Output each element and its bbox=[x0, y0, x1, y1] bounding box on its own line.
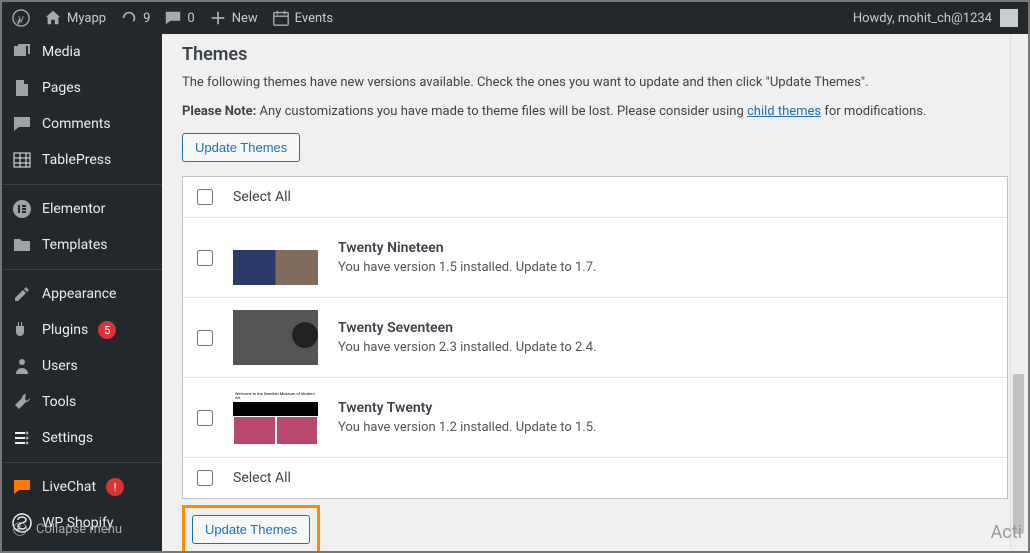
sidebar-item-tablepress[interactable]: TablePress bbox=[2, 142, 162, 178]
pages-icon bbox=[12, 78, 32, 98]
users-icon bbox=[12, 356, 32, 376]
site-name-link[interactable]: Myapp bbox=[44, 9, 106, 27]
main-content: Themes The following themes have new ver… bbox=[162, 34, 1028, 551]
collapse-label: Collapse menu bbox=[36, 522, 122, 537]
livechat-icon bbox=[12, 477, 32, 497]
sidebar-label: Elementor bbox=[42, 201, 105, 217]
theme-thumbnail bbox=[233, 230, 318, 285]
sidebar-label: Tools bbox=[42, 394, 76, 410]
new-link[interactable]: New bbox=[209, 9, 258, 27]
sidebar-label: Templates bbox=[42, 237, 108, 253]
sidebar-label: Settings bbox=[42, 430, 93, 446]
updates-count: 9 bbox=[143, 11, 150, 26]
update-themes-button-bottom[interactable]: Update Themes bbox=[192, 515, 310, 544]
collapse-menu[interactable]: Collapse menu bbox=[2, 511, 132, 547]
events-link[interactable]: Events bbox=[272, 9, 333, 27]
home-icon bbox=[44, 9, 62, 27]
new-label: New bbox=[232, 11, 258, 26]
theme-status: You have version 2.3 installed. Update t… bbox=[338, 340, 596, 355]
theme-name: Twenty Nineteen bbox=[338, 240, 596, 256]
howdy-text: Howdy, mohit_ch@1234 bbox=[853, 11, 992, 26]
sidebar-item-elementor[interactable]: Elementor bbox=[2, 191, 162, 227]
sidebar-item-settings[interactable]: Settings bbox=[2, 420, 162, 456]
tools-icon bbox=[12, 392, 32, 412]
sidebar-label: Pages bbox=[42, 80, 81, 96]
sidebar-label: Appearance bbox=[42, 286, 116, 302]
folder-icon bbox=[12, 235, 32, 255]
theme-checkbox[interactable] bbox=[197, 250, 213, 266]
themes-note: Please Note: Any customizations you have… bbox=[182, 104, 1008, 119]
brush-icon bbox=[12, 284, 32, 304]
select-all-label: Select All bbox=[233, 189, 291, 205]
media-icon bbox=[12, 42, 32, 62]
site-name: Myapp bbox=[67, 11, 106, 26]
plugins-badge: 5 bbox=[98, 321, 116, 339]
sidebar-label: TablePress bbox=[42, 152, 111, 168]
theme-row: Welcome to the Swedish Museum of Modern … bbox=[183, 378, 1007, 458]
events-label: Events bbox=[295, 11, 333, 26]
sidebar-item-media[interactable]: Media bbox=[2, 34, 162, 70]
plus-icon bbox=[209, 9, 227, 27]
select-all-row-bottom: Select All bbox=[183, 458, 1007, 498]
sidebar-item-tools[interactable]: Tools bbox=[2, 384, 162, 420]
theme-name: Twenty Seventeen bbox=[338, 320, 596, 336]
note-text-before: Any customizations you have made to them… bbox=[256, 104, 747, 119]
account-link[interactable]: Howdy, mohit_ch@1234 bbox=[853, 9, 1018, 27]
select-all-checkbox-bottom[interactable] bbox=[197, 470, 213, 486]
watermark: Acti bbox=[991, 522, 1022, 543]
scrollbar-thumb[interactable] bbox=[1013, 374, 1024, 534]
themes-heading: Themes bbox=[182, 44, 1008, 65]
theme-status: You have version 1.2 installed. Update t… bbox=[338, 420, 596, 435]
note-text-after: for modifications. bbox=[821, 104, 926, 119]
comment-icon bbox=[164, 9, 182, 27]
wordpress-icon bbox=[12, 9, 30, 27]
update-themes-button-top[interactable]: Update Themes bbox=[182, 133, 300, 162]
comments-count: 0 bbox=[187, 11, 194, 26]
theme-row: Twenty Seventeen You have version 2.3 in… bbox=[183, 298, 1007, 378]
theme-row: Twenty Nineteen You have version 1.5 ins… bbox=[183, 218, 1007, 298]
sidebar-item-pages[interactable]: Pages bbox=[2, 70, 162, 106]
sidebar-item-templates[interactable]: Templates bbox=[2, 227, 162, 263]
plugin-icon bbox=[12, 320, 32, 340]
avatar bbox=[1000, 9, 1018, 27]
child-themes-link[interactable]: child themes bbox=[747, 104, 821, 119]
calendar-icon bbox=[272, 9, 290, 27]
sidebar-item-comments[interactable]: Comments bbox=[2, 106, 162, 142]
scrollbar[interactable] bbox=[1010, 34, 1026, 549]
sidebar-label: Users bbox=[42, 358, 78, 374]
theme-name: Twenty Twenty bbox=[338, 400, 596, 416]
theme-thumbnail bbox=[233, 310, 318, 365]
livechat-badge: ! bbox=[106, 478, 124, 496]
theme-status: You have version 1.5 installed. Update t… bbox=[338, 260, 596, 275]
update-themes-highlight: Update Themes bbox=[182, 505, 320, 551]
select-all-row-top: Select All bbox=[183, 177, 1007, 218]
sidebar-item-users[interactable]: Users bbox=[2, 348, 162, 384]
admin-sidebar: Media Pages Comments TablePress Elemento… bbox=[2, 34, 162, 551]
sidebar-label: Media bbox=[42, 44, 81, 60]
wp-logo[interactable] bbox=[12, 9, 30, 27]
sidebar-item-plugins[interactable]: Plugins 5 bbox=[2, 312, 162, 348]
settings-icon bbox=[12, 428, 32, 448]
tablepress-icon bbox=[12, 150, 32, 170]
select-all-checkbox-top[interactable] bbox=[197, 189, 213, 205]
sidebar-item-livechat[interactable]: LiveChat ! bbox=[2, 469, 162, 505]
collapse-icon bbox=[12, 521, 28, 537]
refresh-icon bbox=[120, 9, 138, 27]
note-prefix: Please Note: bbox=[182, 104, 256, 119]
comments-link[interactable]: 0 bbox=[164, 9, 194, 27]
comments-icon bbox=[12, 114, 32, 134]
themes-update-table: Select All Twenty Nineteen You have vers… bbox=[182, 176, 1008, 499]
sidebar-label: Plugins bbox=[42, 322, 88, 338]
theme-thumbnail: Welcome to the Swedish Museum of Modern … bbox=[233, 390, 318, 445]
sidebar-item-appearance[interactable]: Appearance bbox=[2, 276, 162, 312]
theme-checkbox[interactable] bbox=[197, 330, 213, 346]
theme-checkbox[interactable] bbox=[197, 410, 213, 426]
themes-description: The following themes have new versions a… bbox=[182, 75, 1008, 90]
updates-link[interactable]: 9 bbox=[120, 9, 150, 27]
admin-bar: Myapp 9 0 New Events Howdy, mohit_ch@123… bbox=[2, 2, 1028, 34]
select-all-label: Select All bbox=[233, 470, 291, 486]
elementor-icon bbox=[12, 199, 32, 219]
sidebar-label: LiveChat bbox=[42, 479, 96, 495]
sidebar-label: Comments bbox=[42, 116, 111, 132]
